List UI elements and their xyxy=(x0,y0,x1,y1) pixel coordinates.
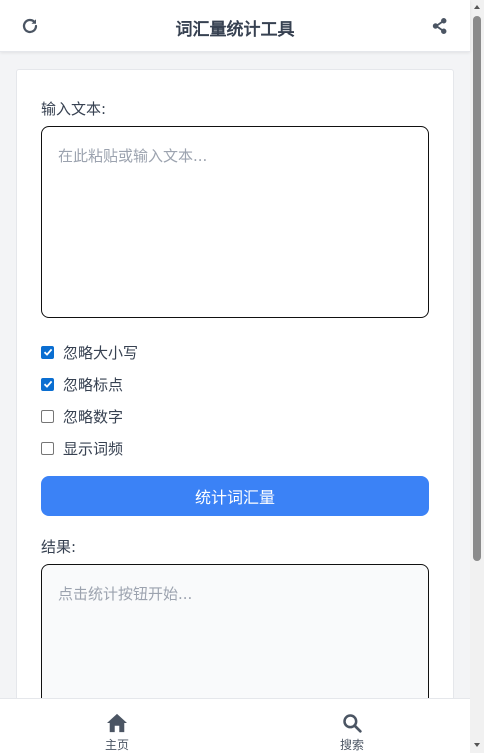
ignore-case-label: 忽略大小写 xyxy=(63,343,139,362)
result-placeholder: 点击统计按钮开始... xyxy=(58,585,193,603)
checkmark-icon xyxy=(43,380,52,388)
scrollbar-thumb[interactable] xyxy=(473,16,481,561)
text-input[interactable] xyxy=(41,126,429,318)
bottom-nav: 主页 搜索 xyxy=(0,698,470,753)
input-label: 输入文本: xyxy=(41,100,107,118)
option-ignore-case[interactable]: 忽略大小写 xyxy=(41,342,138,362)
option-ignore-numbers[interactable]: 忽略数字 xyxy=(41,406,123,426)
nav-item-home[interactable]: 主页 xyxy=(87,713,147,753)
show-frequency-label: 显示词频 xyxy=(63,439,124,458)
app-root: 词汇量统计工具 输入文本: 忽略大小写 忽略标点 xyxy=(0,0,470,753)
nav-search-label: 搜索 xyxy=(339,738,364,752)
ignore-numbers-label: 忽略数字 xyxy=(63,407,124,426)
ignore-punctuation-label: 忽略标点 xyxy=(63,375,124,394)
ignore-punctuation-checkbox[interactable] xyxy=(41,377,54,391)
option-ignore-punctuation[interactable]: 忽略标点 xyxy=(41,374,123,394)
share-icon xyxy=(432,18,447,34)
scroll-down-arrow-icon[interactable] xyxy=(473,741,481,749)
top-bar: 词汇量统计工具 xyxy=(0,0,470,52)
show-frequency-checkbox[interactable] xyxy=(41,441,54,455)
search-icon xyxy=(343,714,362,733)
nav-home-label: 主页 xyxy=(104,738,129,752)
share-button[interactable] xyxy=(430,16,450,36)
home-icon xyxy=(107,713,127,733)
checkmark-icon xyxy=(43,348,52,356)
page-title: 词汇量统计工具 xyxy=(175,20,295,40)
main-card: 输入文本: 忽略大小写 忽略标点 忽略数字 显示词频 统计词汇量 结果: 点击统… xyxy=(16,69,454,753)
count-vocabulary-button[interactable]: 统计词汇量 xyxy=(41,476,429,516)
ignore-case-checkbox[interactable] xyxy=(41,345,54,359)
ignore-numbers-checkbox[interactable] xyxy=(41,409,54,423)
nav-item-search[interactable]: 搜索 xyxy=(322,713,382,753)
page-scrollbar[interactable] xyxy=(470,0,484,753)
result-label: 结果: xyxy=(41,538,77,556)
option-show-frequency[interactable]: 显示词频 xyxy=(41,438,123,458)
scroll-up-arrow-icon[interactable] xyxy=(473,3,481,11)
